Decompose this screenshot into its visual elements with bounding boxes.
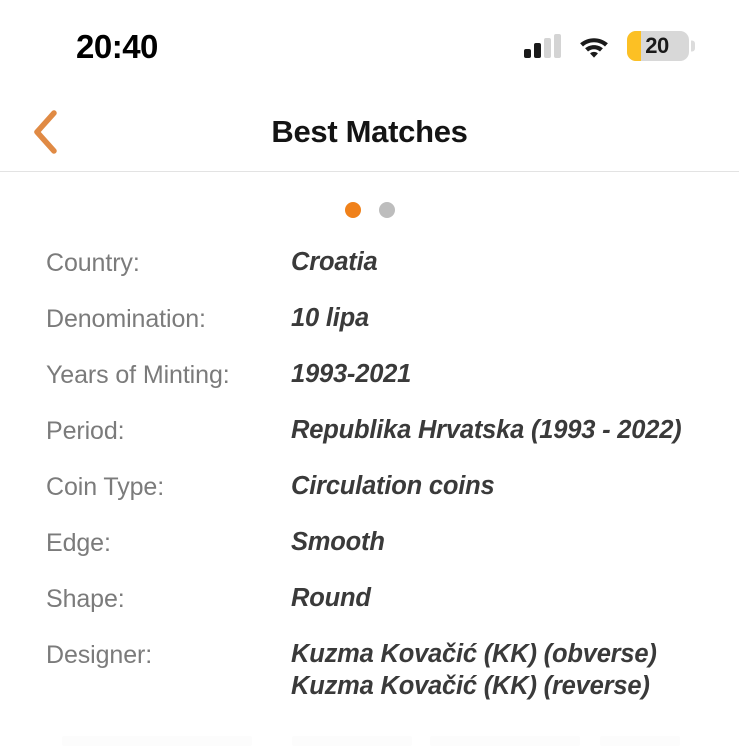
- detail-value-country: Croatia: [291, 248, 378, 276]
- page-dot-2[interactable]: [378, 202, 395, 218]
- detail-label-designer: Designer:: [46, 641, 153, 669]
- detail-label-country: Country:: [46, 249, 140, 277]
- detail-row-period: Period: Republika Hrvatska (1993 - 2022): [0, 415, 739, 471]
- detail-value-edge: Smooth: [291, 528, 385, 556]
- phone-screen: 20:40 20 Best Matches Country: Croatia D…: [0, 0, 739, 750]
- detail-value-denomination: 10 lipa: [291, 304, 369, 332]
- page-title: Best Matches: [271, 113, 468, 149]
- detail-label-period: Period:: [46, 417, 125, 445]
- detail-row-years-of-minting: Years of Minting: 1993-2021: [0, 359, 739, 415]
- detail-value-period: Republika Hrvatska (1993 - 2022): [291, 416, 682, 444]
- detail-row-denomination: Denomination: 10 lipa: [0, 303, 739, 359]
- wifi-icon: [580, 38, 608, 58]
- detail-value-years-of-minting: 1993-2021: [291, 360, 412, 388]
- detail-row-edge: Edge: Smooth: [0, 527, 739, 583]
- chevron-left-icon: [34, 109, 57, 154]
- detail-label-denomination: Denomination:: [46, 305, 206, 333]
- cellular-signal-icon: [524, 34, 561, 58]
- page-dot-1[interactable]: [344, 202, 361, 218]
- detail-row-coin-type: Coin Type: Circulation coins: [0, 471, 739, 527]
- detail-label-shape: Shape:: [46, 585, 125, 613]
- page-indicator: [0, 202, 739, 218]
- coin-detail-list: Country: Croatia Denomination: 10 lipa Y…: [0, 247, 739, 702]
- status-bar-indicators: 20: [524, 31, 695, 61]
- back-button[interactable]: [22, 106, 68, 158]
- partial-next-row: [0, 734, 739, 750]
- battery-cap: [691, 40, 695, 52]
- detail-label-years-of-minting: Years of Minting:: [46, 361, 230, 389]
- detail-value-coin-type: Circulation coins: [291, 472, 495, 500]
- detail-value-shape: Round: [291, 584, 371, 612]
- nav-bar: Best Matches: [0, 92, 739, 172]
- detail-label-edge: Edge:: [46, 529, 111, 557]
- battery-icon: 20: [627, 31, 695, 61]
- status-bar: 20:40 20: [0, 0, 739, 92]
- status-bar-time: 20:40: [76, 27, 158, 65]
- detail-row-country: Country: Croatia: [0, 247, 739, 303]
- detail-value-designer: Kuzma Kovačić (KK) (obverse) Kuzma Kovač…: [291, 640, 657, 700]
- detail-row-designer: Designer: Kuzma Kovačić (KK) (obverse) K…: [0, 639, 739, 702]
- detail-row-shape: Shape: Round: [0, 583, 739, 639]
- detail-label-coin-type: Coin Type:: [46, 473, 165, 501]
- battery-level-text: 20: [645, 33, 669, 58]
